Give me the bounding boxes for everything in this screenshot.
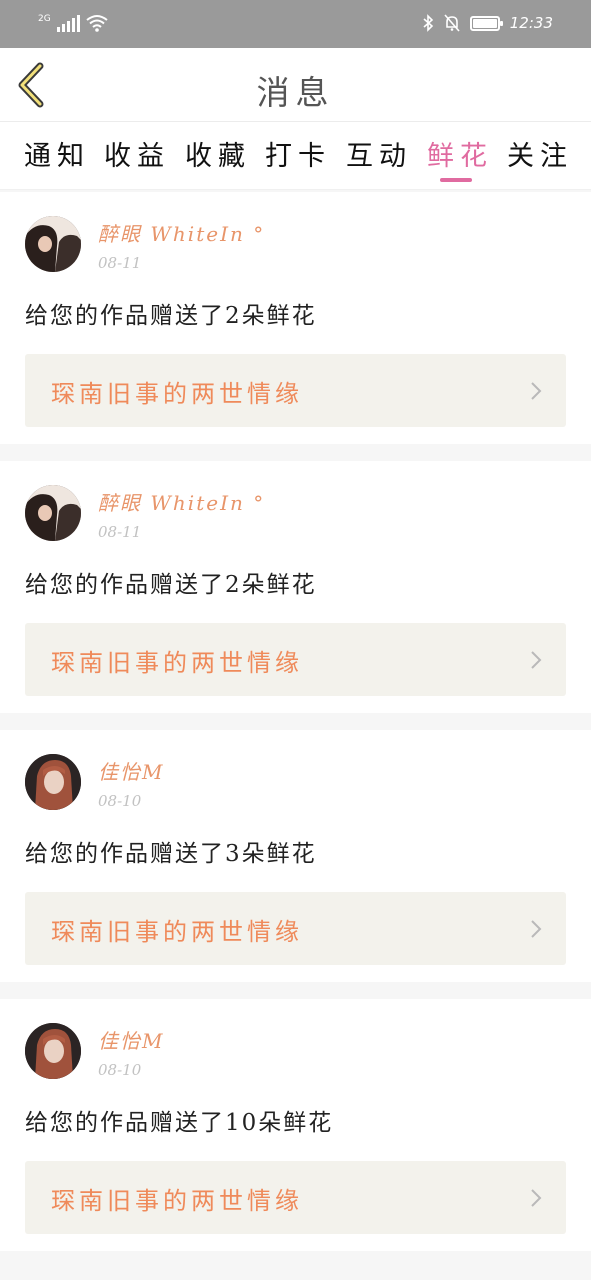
tab-bar: 通知 收益 收藏 打卡 互动 鲜花 关注 [0, 122, 591, 190]
tab-interactions[interactable]: 互动 [346, 134, 412, 173]
avatar[interactable] [25, 485, 81, 541]
avatar[interactable] [25, 216, 81, 272]
signal-icon [56, 15, 80, 32]
message-card: 佳怡M 08-10 给您的作品赠送了10朵鲜花 琛南旧事的两世情缘 [0, 999, 591, 1251]
wifi-icon [86, 15, 108, 32]
work-link[interactable]: 琛南旧事的两世情缘 [25, 892, 566, 965]
active-tab-indicator [440, 178, 472, 182]
username[interactable]: 醉眼 WhiteIn ° [98, 487, 265, 516]
message-card: 醉眼 WhiteIn ° 08-11 给您的作品赠送了2朵鲜花 琛南旧事的两世情… [0, 192, 591, 444]
message-text: 给您的作品赠送了10朵鲜花 [25, 1110, 334, 1136]
message-text: 给您的作品赠送了2朵鲜花 [25, 303, 317, 329]
message-date: 08-10 [98, 1061, 142, 1079]
message-text: 给您的作品赠送了2朵鲜花 [25, 572, 317, 598]
clock: 12:33 [509, 14, 553, 32]
chevron-right-icon [531, 382, 542, 400]
message-date: 08-11 [98, 523, 142, 541]
message-card: 佳怡M 08-10 给您的作品赠送了3朵鲜花 琛南旧事的两世情缘 [0, 730, 591, 982]
tab-checkin[interactable]: 打卡 [265, 134, 331, 173]
work-link[interactable]: 琛南旧事的两世情缘 [25, 1161, 566, 1234]
work-link[interactable]: 琛南旧事的两世情缘 [25, 354, 566, 427]
work-link[interactable]: 琛南旧事的两世情缘 [25, 623, 566, 696]
work-title: 琛南旧事的两世情缘 [51, 1187, 303, 1215]
username[interactable]: 醉眼 WhiteIn ° [98, 218, 265, 247]
avatar[interactable] [25, 754, 81, 810]
work-title: 琛南旧事的两世情缘 [51, 649, 303, 677]
avatar[interactable] [25, 1023, 81, 1079]
username[interactable]: 佳怡M [98, 756, 164, 785]
status-bar: 2G 12:33 [0, 0, 591, 48]
battery-icon [469, 15, 503, 31]
work-title: 琛南旧事的两世情缘 [51, 918, 303, 946]
nav-bar: 消息 [0, 48, 591, 122]
work-title: 琛南旧事的两世情缘 [51, 380, 303, 408]
status-right: 12:33 [422, 14, 553, 32]
tab-following[interactable]: 关注 [507, 134, 573, 173]
message-date: 08-10 [98, 792, 142, 810]
status-left: 2G [38, 14, 108, 32]
chevron-right-icon [531, 651, 542, 669]
tab-notifications[interactable]: 通知 [24, 134, 90, 173]
message-text: 给您的作品赠送了3朵鲜花 [25, 841, 317, 867]
bell-off-icon [444, 14, 460, 32]
network-type: 2G [38, 14, 51, 24]
tab-favorites[interactable]: 收藏 [185, 134, 251, 173]
page-title: 消息 [256, 73, 335, 112]
username[interactable]: 佳怡M [98, 1025, 164, 1054]
bluetooth-icon [423, 14, 433, 32]
message-card: 醉眼 WhiteIn ° 08-11 给您的作品赠送了2朵鲜花 琛南旧事的两世情… [0, 461, 591, 713]
message-date: 08-11 [98, 254, 142, 272]
chevron-right-icon [531, 1189, 542, 1207]
tab-flowers[interactable]: 鲜花 [427, 134, 493, 173]
chevron-right-icon [531, 920, 542, 938]
tab-earnings[interactable]: 收益 [104, 134, 170, 173]
